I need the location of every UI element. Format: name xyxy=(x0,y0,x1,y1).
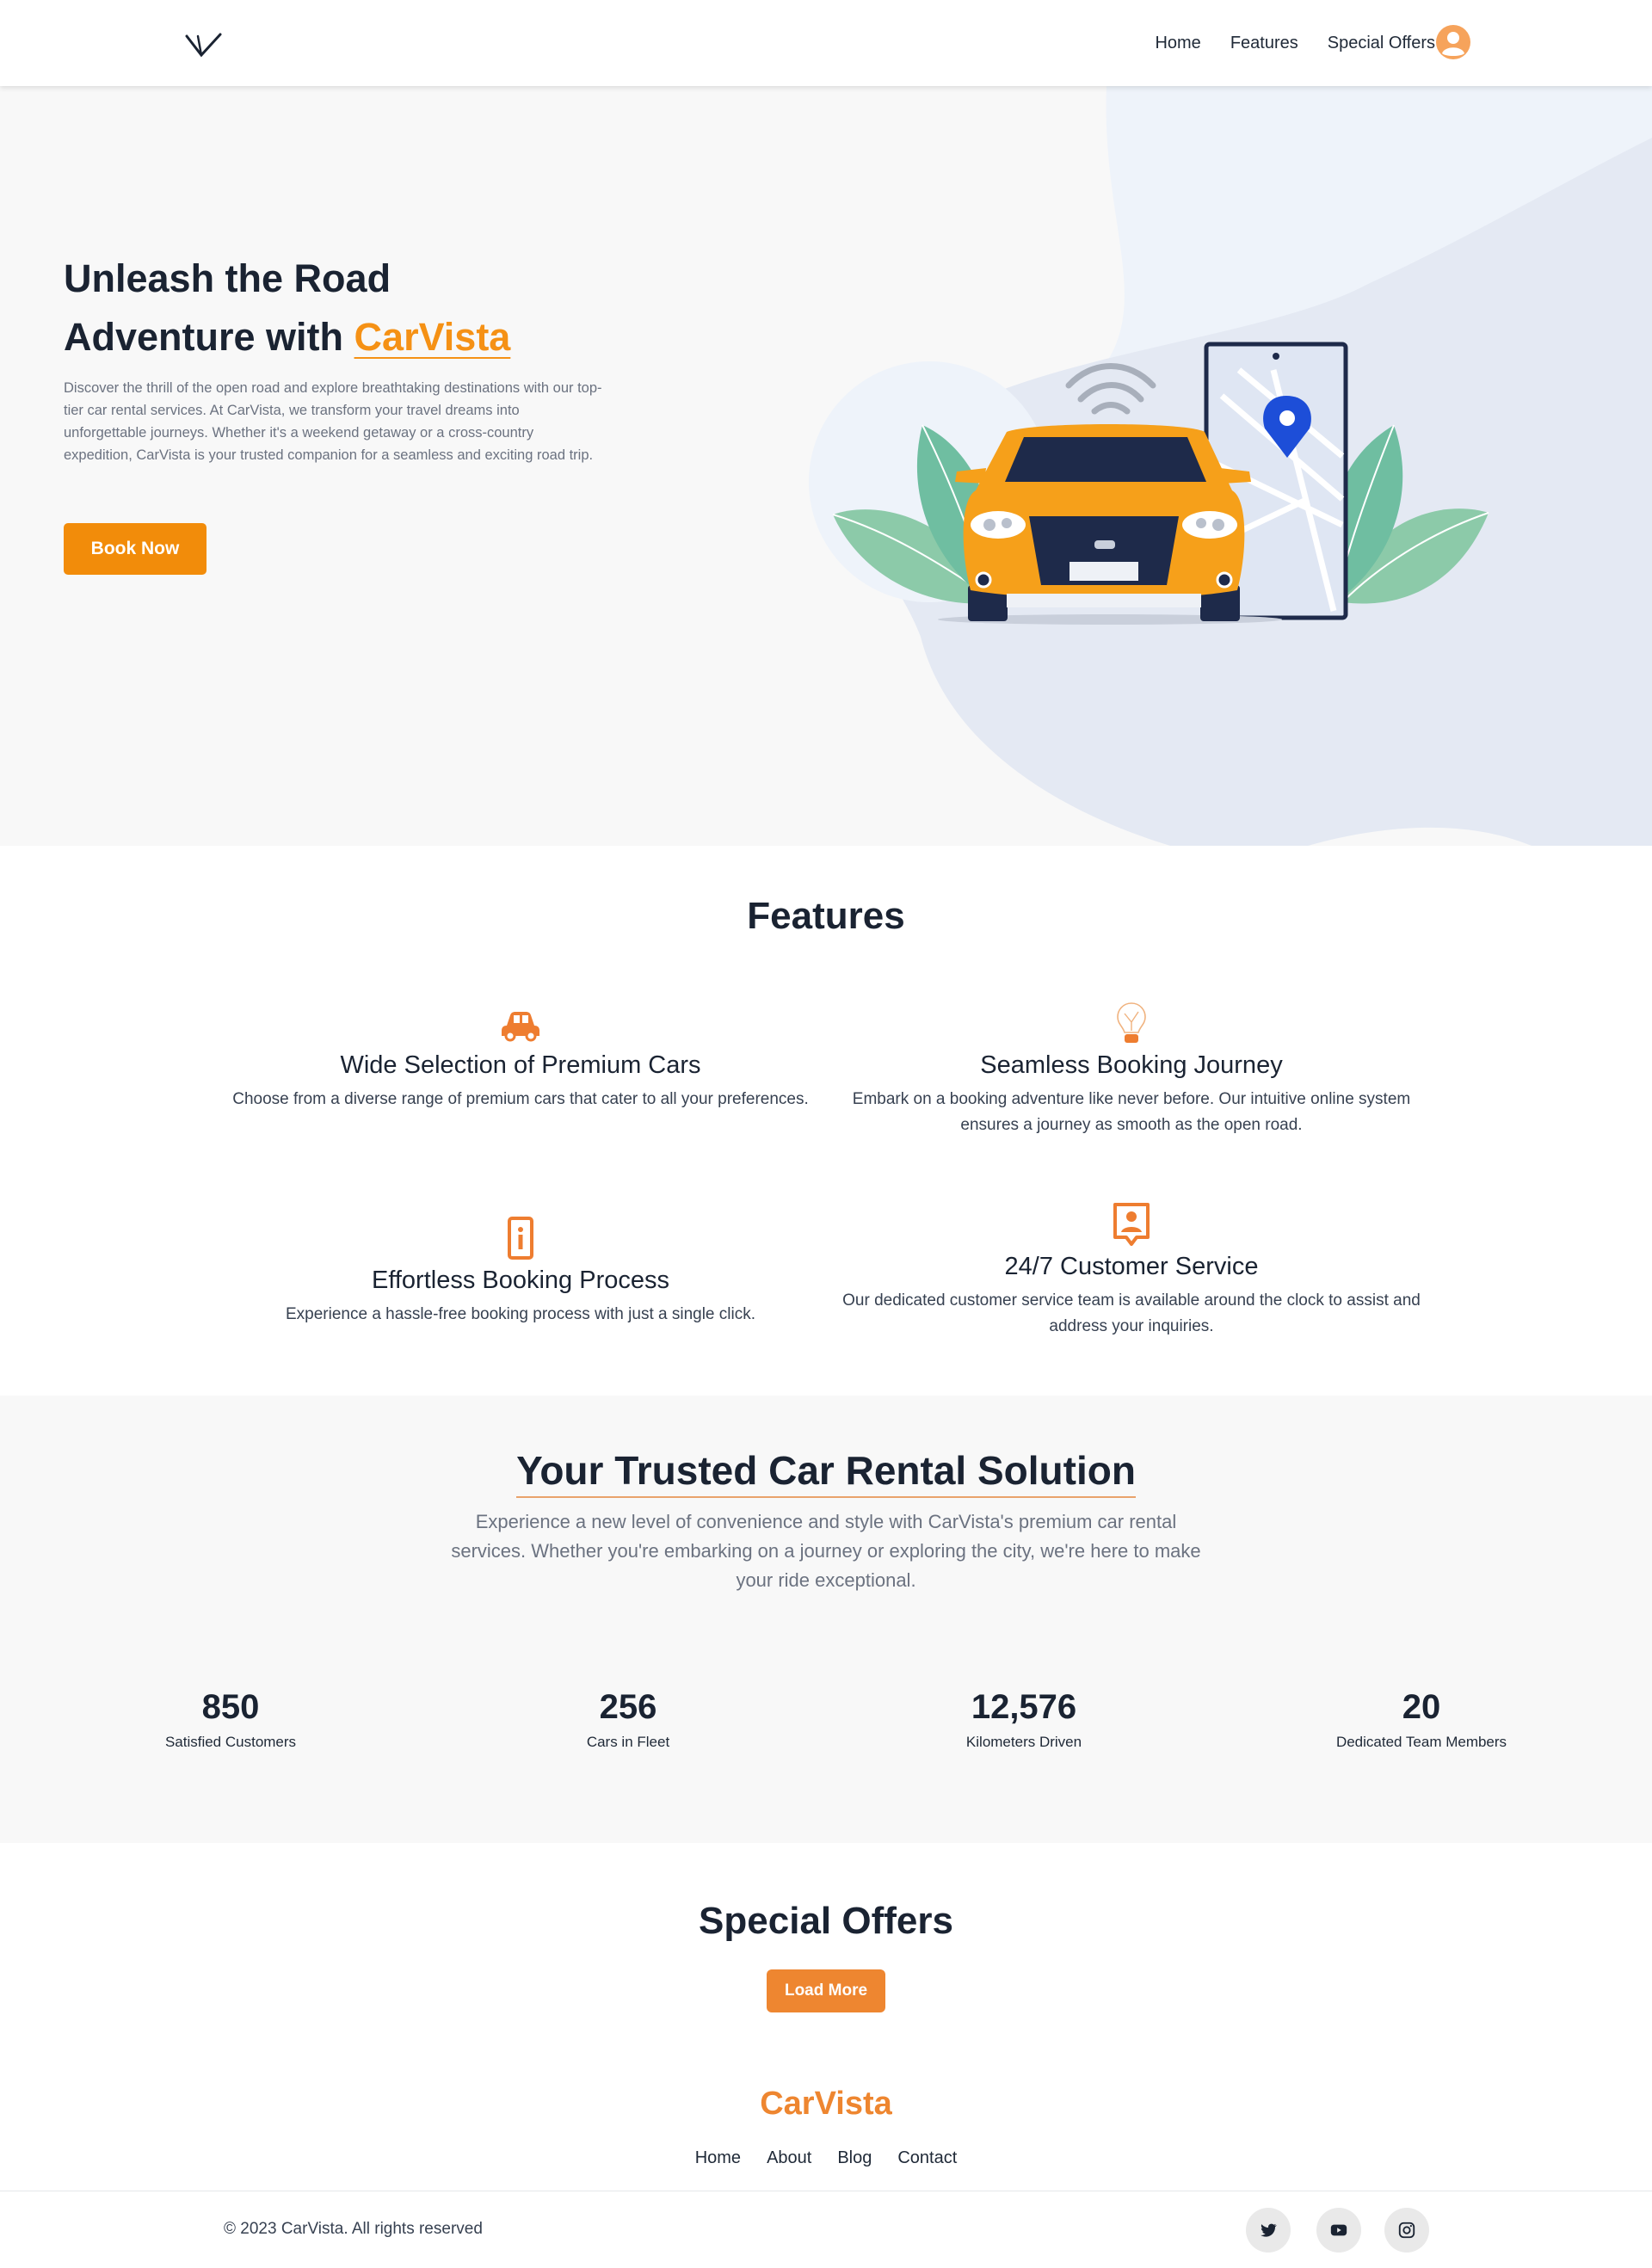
feature-title: Wide Selection of Premium Cars xyxy=(340,1051,701,1079)
copyright-text: © 2023 CarVista. All rights reserved xyxy=(224,2220,483,2238)
stat-label: Satisfied Customers xyxy=(164,1734,297,1750)
feature-card-booking-journey: Seamless Booking Journey Embark on a boo… xyxy=(830,1000,1433,1138)
instagram-icon xyxy=(1398,2222,1415,2239)
nav-link-home[interactable]: Home xyxy=(1155,34,1200,53)
stat-label: Kilometers Driven xyxy=(965,1734,1082,1750)
feature-card-premium-cars: Wide Selection of Premium Cars Choose fr… xyxy=(219,1000,822,1112)
stat-team-members: 20 Dedicated Team Members xyxy=(1249,1688,1593,1751)
instagram-button[interactable] xyxy=(1384,2208,1429,2253)
feature-title: Effortless Booking Process xyxy=(371,1267,670,1294)
features-title: Features xyxy=(747,895,905,937)
navbar: Home Features Special Offers xyxy=(0,0,1652,86)
feature-card-customer-service: 24/7 Customer Service Our dedicated cust… xyxy=(830,1201,1433,1340)
nav-menu: Home Features Special Offers xyxy=(1155,26,1435,60)
feature-card-booking-process: Effortless Booking Process Experience a … xyxy=(219,1215,822,1328)
footer-link-home[interactable]: Home xyxy=(695,2148,741,2168)
twitter-button[interactable] xyxy=(1246,2208,1291,2253)
stat-cars-in-fleet: 256 Cars in Fleet xyxy=(456,1688,800,1751)
trusted-description: Experience a new level of convenience an… xyxy=(451,1511,1201,1591)
hero-description: Discover the thrill of the open road and… xyxy=(64,380,602,463)
trusted-title: Your Trusted Car Rental Solution xyxy=(0,1447,1652,1498)
feature-title: 24/7 Customer Service xyxy=(1004,1253,1259,1280)
stat-label: Dedicated Team Members xyxy=(1335,1734,1507,1750)
hero-title-line1: Unleash the Road xyxy=(64,256,391,300)
special-offers-title: Special Offers xyxy=(699,1900,953,1942)
footer-link-blog[interactable]: Blog xyxy=(837,2148,872,2168)
footer-nav: Home About Blog Contact xyxy=(0,2148,1652,2168)
hero-title: Unleash the Road Adventure with CarVista xyxy=(64,250,666,367)
trusted-section: Your Trusted Car Rental Solution Experie… xyxy=(0,1396,1652,1843)
feature-description: Our dedicated customer service team is a… xyxy=(842,1291,1421,1335)
user-avatar-icon[interactable] xyxy=(1435,24,1471,60)
lightbulb-icon xyxy=(1117,1002,1146,1043)
nav-link-special-offers[interactable]: Special Offers xyxy=(1328,34,1435,53)
stat-value: 20 xyxy=(1402,1688,1441,1726)
v-logo-icon[interactable] xyxy=(184,31,224,60)
youtube-button[interactable] xyxy=(1316,2208,1361,2253)
support-agent-icon xyxy=(1113,1203,1150,1246)
feature-description: Embark on a booking adventure like never… xyxy=(852,1090,1411,1134)
footer-link-about[interactable]: About xyxy=(767,2148,811,2168)
footer-brand: CarVista xyxy=(760,2086,892,2122)
stat-kilometers-driven: 12,576 Kilometers Driven xyxy=(852,1688,1196,1751)
twitter-icon xyxy=(1261,2223,1277,2237)
feature-description: Choose from a diverse range of premium c… xyxy=(232,1090,809,1108)
hero-title-brand: CarVista xyxy=(354,315,511,359)
youtube-icon xyxy=(1330,2224,1347,2236)
feature-description: Experience a hassle-free booking process… xyxy=(286,1305,755,1323)
book-now-button[interactable]: Book Now xyxy=(64,523,206,575)
hero-section: Unleash the Road Adventure with CarVista… xyxy=(0,86,1652,846)
load-more-button[interactable]: Load More xyxy=(767,1969,885,2012)
stat-label: Cars in Fleet xyxy=(586,1734,670,1750)
stat-value: 256 xyxy=(599,1688,657,1726)
footer-link-contact[interactable]: Contact xyxy=(897,2148,957,2168)
stat-satisfied-customers: 850 Satisfied Customers xyxy=(59,1688,403,1751)
nav-link-features[interactable]: Features xyxy=(1230,34,1298,53)
car-illustration xyxy=(832,342,1489,625)
stat-value: 850 xyxy=(201,1688,260,1726)
car-icon xyxy=(502,1012,539,1042)
hero-title-prefix: Adventure with xyxy=(64,315,344,359)
info-device-icon xyxy=(508,1217,533,1260)
trusted-title-text: Your Trusted Car Rental Solution xyxy=(516,1448,1136,1498)
feature-title: Seamless Booking Journey xyxy=(980,1051,1283,1079)
stat-value: 12,576 xyxy=(971,1688,1077,1726)
